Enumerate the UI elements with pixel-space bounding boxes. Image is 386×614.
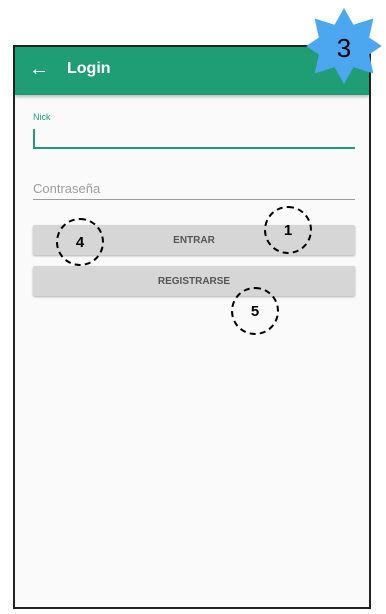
page-title: Login xyxy=(67,60,111,77)
nick-label: Nick xyxy=(33,112,51,122)
arrow-left-icon[interactable]: ← xyxy=(29,57,53,81)
annotation-badge-label: 3 xyxy=(336,33,352,63)
password-input[interactable] xyxy=(33,177,355,200)
text-caret xyxy=(33,129,35,147)
annotation-marker-1: 1 xyxy=(264,206,312,254)
annotation-marker-4: 4 xyxy=(56,218,104,266)
registrar-button[interactable]: REGISTRARSE xyxy=(33,266,355,296)
annotation-marker-5: 5 xyxy=(231,287,279,335)
phone-screen: ← Login Nick ENTRAR REGISTRARSE xyxy=(13,45,371,609)
nick-input[interactable] xyxy=(33,123,355,149)
